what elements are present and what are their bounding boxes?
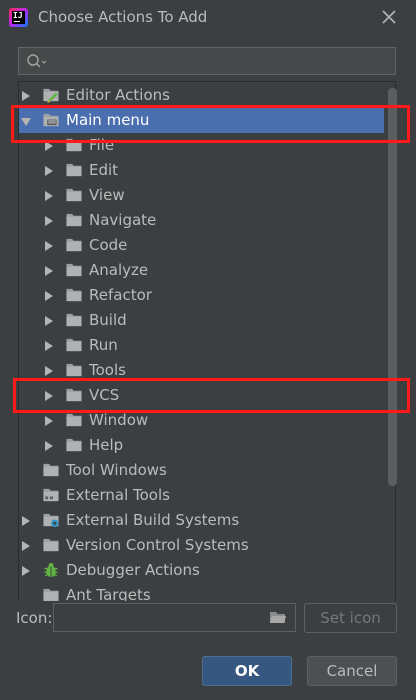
tree-item-label: Tool Windows	[66, 461, 167, 479]
expand-arrow-right-icon[interactable]	[45, 441, 53, 451]
tree-item-label: Ant Targets	[66, 586, 151, 601]
expand-arrow-right-icon[interactable]	[45, 141, 53, 151]
close-button[interactable]	[378, 6, 400, 28]
folder-icon	[66, 363, 82, 377]
set-icon-button[interactable]: Set icon	[304, 603, 397, 633]
folder-icon	[66, 413, 82, 427]
tree-item-label: Main menu	[66, 111, 150, 129]
tree-item-label: VCS	[89, 386, 120, 404]
expand-arrow-right-icon[interactable]	[45, 416, 53, 426]
search-input[interactable]	[55, 51, 389, 73]
tree-item-tool-windows[interactable]: Tool Windows	[19, 458, 384, 483]
browse-folder-icon[interactable]	[269, 610, 287, 625]
expand-arrow-right-icon[interactable]	[45, 341, 53, 351]
intellij-logo-icon: IJ	[9, 8, 28, 27]
search-field[interactable]	[18, 47, 396, 75]
expand-arrow-right-icon[interactable]	[45, 241, 53, 251]
tree-item-refactor[interactable]: Refactor	[19, 283, 384, 308]
folder-icon	[66, 263, 82, 277]
folder-icon	[66, 288, 82, 302]
tree-item-version-control-systems[interactable]: Version Control Systems	[19, 533, 384, 558]
editor-actions-icon	[43, 88, 59, 103]
tree-item-label: Help	[89, 436, 124, 454]
tree-item-tools[interactable]: Tools	[19, 358, 384, 383]
tree-item-ant-targets[interactable]: Ant Targets	[19, 583, 384, 601]
expand-arrow-right-icon[interactable]	[45, 216, 53, 226]
folder-icon	[66, 213, 82, 227]
tree-item-label: View	[89, 186, 125, 204]
tree-item-label: Debugger Actions	[66, 561, 200, 579]
dialog-title: Choose Actions To Add	[38, 8, 208, 26]
tree-item-file[interactable]: File	[19, 133, 384, 158]
icon-path-field[interactable]	[53, 603, 296, 632]
expand-arrow-right-icon[interactable]	[45, 291, 53, 301]
tree-item-external-tools[interactable]: External Tools	[19, 483, 384, 508]
tree-item-label: Edit	[89, 161, 119, 179]
close-icon	[382, 10, 396, 24]
expand-arrow-right-icon[interactable]	[22, 516, 30, 526]
tree-item-label: Version Control Systems	[66, 536, 249, 554]
tree-item-run[interactable]: Run	[19, 333, 384, 358]
tree-item-editor-actions[interactable]: Editor Actions	[19, 83, 384, 108]
tree-item-code[interactable]: Code	[19, 233, 384, 258]
tree-item-label: Code	[89, 236, 128, 254]
tree-item-label: Refactor	[89, 286, 152, 304]
folder-icon	[66, 438, 82, 452]
tree-item-navigate[interactable]: Navigate	[19, 208, 384, 233]
tree-item-edit[interactable]: Edit	[19, 158, 384, 183]
tree-item-main-menu[interactable]: Main menu	[19, 108, 384, 133]
tree-item-label: Build	[89, 311, 127, 329]
expand-arrow-right-icon[interactable]	[45, 166, 53, 176]
tree-item-label: External Tools	[66, 486, 170, 504]
icon-label: Icon:	[16, 609, 53, 627]
tree-item-vcs[interactable]: VCS	[19, 383, 384, 408]
cancel-button[interactable]: Cancel	[307, 656, 397, 686]
expand-arrow-down-icon[interactable]	[21, 118, 31, 126]
ok-button[interactable]: OK	[202, 656, 292, 686]
folder-icon	[43, 538, 59, 552]
expand-arrow-right-icon[interactable]	[45, 391, 53, 401]
expand-arrow-right-icon[interactable]	[45, 191, 53, 201]
expand-arrow-right-icon[interactable]	[45, 316, 53, 326]
folder-icon	[66, 163, 82, 177]
tree-item-view[interactable]: View	[19, 183, 384, 208]
tree-item-label: Analyze	[89, 261, 149, 279]
folder-icon	[66, 313, 82, 327]
actions-tree[interactable]: Editor Actions Main menu File Edit View Navig…	[18, 81, 396, 601]
tree-item-build[interactable]: Build	[19, 308, 384, 333]
bug-icon	[44, 562, 58, 578]
folder-icon	[43, 588, 59, 601]
build-systems-icon	[43, 513, 59, 528]
expand-arrow-right-icon[interactable]	[45, 266, 53, 276]
tree-scrollbar-thumb[interactable]	[388, 88, 397, 486]
folder-icon	[66, 138, 82, 152]
search-icon	[27, 54, 47, 68]
menu-icon	[43, 113, 59, 127]
expand-arrow-right-icon[interactable]	[22, 541, 30, 551]
tree-item-label: Tools	[89, 361, 126, 379]
tree-item-label: Run	[89, 336, 118, 354]
tree-item-label: Editor Actions	[66, 86, 170, 104]
tree-item-external-build-systems[interactable]: External Build Systems	[19, 508, 384, 533]
tree-item-label: External Build Systems	[66, 511, 240, 529]
folder-icon	[66, 238, 82, 252]
folder-icon	[66, 188, 82, 202]
folder-icon	[43, 463, 59, 477]
tree-item-label: Navigate	[89, 211, 157, 229]
tree-item-debugger-actions[interactable]: Debugger Actions	[19, 558, 384, 583]
folder-icon	[66, 338, 82, 352]
expand-arrow-right-icon[interactable]	[45, 366, 53, 376]
external-tools-icon	[43, 488, 59, 502]
tree-item-window[interactable]: Window	[19, 408, 384, 433]
expand-arrow-right-icon[interactable]	[22, 91, 30, 101]
expand-arrow-right-icon[interactable]	[22, 566, 30, 576]
tree-item-label: Window	[89, 411, 149, 429]
tree-item-analyze[interactable]: Analyze	[19, 258, 384, 283]
tree-item-label: File	[89, 136, 115, 154]
title-bar: IJ Choose Actions To Add	[0, 0, 416, 36]
tree-item-help[interactable]: Help	[19, 433, 384, 458]
folder-icon	[66, 388, 82, 402]
